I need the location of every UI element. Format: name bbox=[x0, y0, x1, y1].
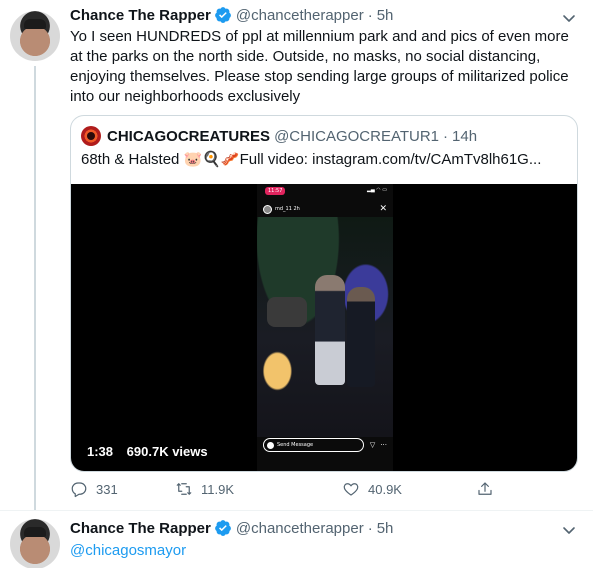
quoted-author-name: CHICAGOCREATURES bbox=[107, 127, 271, 145]
send-icon: ▽ bbox=[369, 441, 376, 449]
tweet-actions: 331 11.9K 40.9K bbox=[70, 480, 500, 502]
tweet[interactable]: Chance The Rapper @chancetherapper · 5h … bbox=[0, 0, 593, 511]
like-icon bbox=[343, 483, 359, 496]
author-handle[interactable]: @chancetherapper bbox=[236, 7, 364, 24]
quoted-timestamp: 14h bbox=[452, 127, 478, 145]
camera-icon bbox=[267, 441, 274, 449]
retweet-button[interactable]: 11.9K bbox=[175, 480, 234, 498]
figure-shape bbox=[315, 275, 345, 385]
separator: · bbox=[367, 6, 373, 24]
verified-badge-icon bbox=[214, 6, 232, 24]
chevron-down-icon[interactable] bbox=[561, 10, 577, 26]
timestamp[interactable]: 5h bbox=[377, 7, 394, 24]
like-count: 40.9K bbox=[368, 481, 402, 497]
story-user: md_11 2h bbox=[275, 206, 300, 212]
timestamp[interactable]: 5h bbox=[377, 520, 394, 537]
separator: · bbox=[367, 519, 373, 537]
phone-status-time: 11:57 bbox=[265, 187, 286, 195]
message-box: Send Message bbox=[263, 438, 364, 452]
quoted-avatar bbox=[81, 126, 101, 146]
separator: · bbox=[443, 127, 449, 145]
story-avatar bbox=[263, 204, 272, 214]
quoted-tweet-text: 68th & Halsted 🐷🍳🥓Full video: instagram.… bbox=[81, 151, 542, 168]
thread-line bbox=[34, 66, 36, 511]
video-frame: 11:57 ▂▄ ◠ ▭ md_11 2h ✕ Send Message ▽ ·… bbox=[257, 184, 393, 471]
video-stats: 1:38 690.7K views bbox=[87, 444, 208, 459]
avatar[interactable] bbox=[10, 519, 60, 568]
quoted-author-handle: @CHICAGOCREATUR1 bbox=[274, 127, 440, 145]
video-scene bbox=[257, 217, 393, 437]
reply-icon bbox=[71, 482, 87, 498]
video-duration: 1:38 bbox=[87, 444, 114, 459]
mention-link[interactable]: @chicagosmayor bbox=[70, 541, 580, 561]
verified-badge-icon bbox=[214, 519, 232, 537]
quoted-tweet[interactable]: CHICAGOCREATURES @CHICAGOCREATUR1 · 14h … bbox=[70, 115, 578, 472]
story-footer: Send Message ▽ ··· bbox=[263, 438, 387, 452]
share-button[interactable] bbox=[476, 480, 502, 498]
reply-button[interactable]: 331 bbox=[70, 480, 118, 498]
car-shape bbox=[267, 297, 307, 327]
like-button[interactable]: 40.9K bbox=[342, 480, 402, 498]
tweet-text: Yo I seen HUNDREDS of ppl at millennium … bbox=[70, 28, 569, 105]
author-name[interactable]: Chance The Rapper bbox=[70, 7, 211, 24]
retweet-count: 11.9K bbox=[201, 481, 235, 497]
quoted-tweet-header: CHICAGOCREATURES @CHICAGOCREATUR1 · 14h bbox=[81, 126, 477, 146]
message-placeholder: Send Message bbox=[277, 442, 314, 448]
more-icon: ··· bbox=[380, 441, 387, 449]
phone-status-icons: ▂▄ ◠ ▭ bbox=[367, 187, 387, 193]
retweet-icon bbox=[176, 483, 192, 495]
author-handle[interactable]: @chancetherapper bbox=[236, 520, 364, 537]
tweet-header: Chance The Rapper @chancetherapper · 5h bbox=[70, 6, 393, 24]
share-icon bbox=[478, 482, 492, 495]
close-icon: ✕ bbox=[379, 204, 387, 214]
video-player[interactable]: 11:57 ▂▄ ◠ ▭ md_11 2h ✕ Send Message ▽ ·… bbox=[71, 184, 577, 471]
story-header: md_11 2h ✕ bbox=[263, 204, 387, 214]
tweet-header: Chance The Rapper @chancetherapper · 5h bbox=[70, 519, 393, 537]
video-views: 690.7K views bbox=[126, 444, 208, 459]
author-name[interactable]: Chance The Rapper bbox=[70, 520, 211, 537]
chevron-down-icon[interactable] bbox=[561, 522, 577, 538]
avatar[interactable] bbox=[10, 11, 60, 61]
reply-count: 331 bbox=[96, 481, 118, 497]
figure-shape bbox=[347, 287, 375, 387]
